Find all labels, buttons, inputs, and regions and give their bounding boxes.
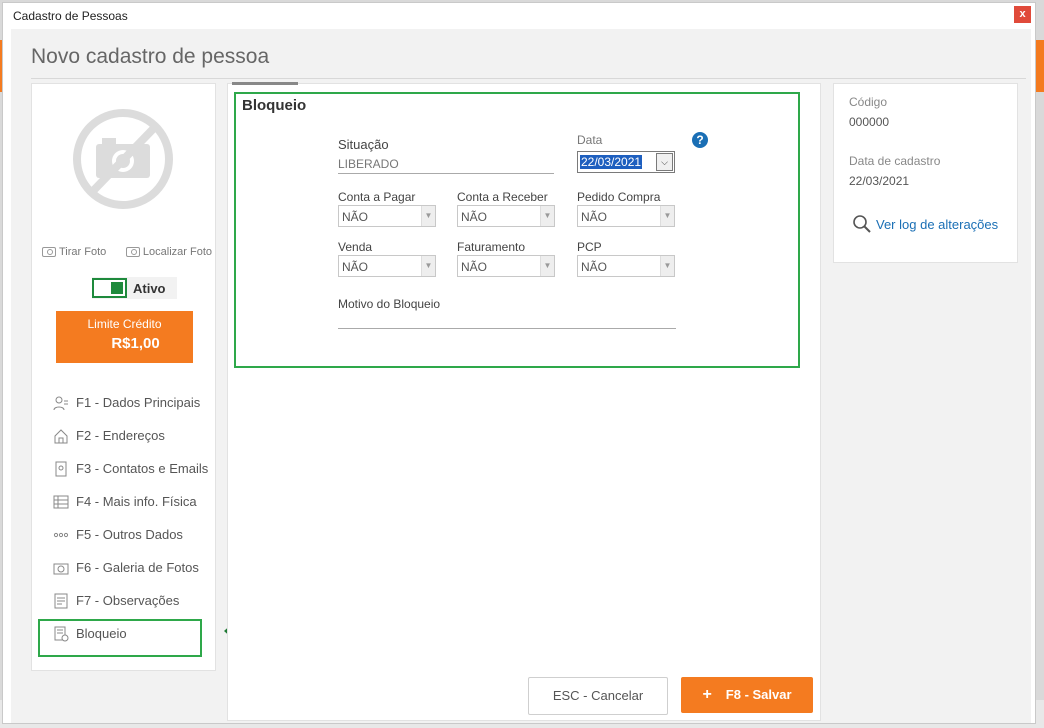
dots-icon	[52, 527, 70, 543]
notes-icon	[52, 593, 70, 609]
title-divider	[31, 78, 1026, 79]
plus-icon: +	[702, 686, 712, 703]
data-value: 22/03/2021	[580, 155, 643, 169]
section-title: Bloqueio	[242, 97, 307, 114]
search-icon	[853, 215, 871, 233]
bloqueio-highlight-frame	[38, 619, 202, 657]
grid-icon	[52, 494, 70, 510]
left-panel: Tirar Foto Localizar Foto Ativo Limite C…	[31, 83, 216, 671]
chevron-down-icon: ▼	[660, 256, 674, 276]
take-photo-button[interactable]: Tirar Foto	[42, 246, 106, 258]
chevron-down-icon[interactable]: ⌵	[656, 153, 673, 171]
no-photo-icon[interactable]	[72, 108, 174, 210]
status-toggle-row: Ativo	[92, 277, 177, 299]
credit-limit-label: Limite Crédito	[87, 317, 162, 331]
codigo-value: 000000	[849, 115, 890, 129]
data-cadastro-value: 22/03/2021	[849, 174, 910, 188]
situacao-label: Situação	[338, 137, 389, 152]
cancel-button[interactable]: ESC - Cancelar	[528, 677, 668, 715]
window-title: Cadastro de Pessoas	[13, 9, 128, 23]
nav-item-enderecos[interactable]: F2 - Endereços	[32, 419, 217, 452]
pedido-compra-select[interactable]: NÃO ▼	[577, 205, 675, 227]
bloqueio-section: Bloqueio Situação LIBERADO Data 22/03/20…	[234, 92, 800, 368]
faturamento-select[interactable]: NÃO ▼	[457, 255, 555, 277]
photo-actions: Tirar Foto Localizar Foto	[42, 246, 212, 258]
contact-icon	[52, 461, 70, 477]
motivo-input[interactable]	[338, 328, 676, 329]
pedido-compra-label: Pedido Compra	[577, 190, 661, 204]
person-icon	[52, 395, 70, 411]
help-icon[interactable]: ?	[692, 132, 708, 148]
view-log-link[interactable]: Ver log de alterações	[852, 214, 998, 234]
image-icon	[125, 247, 140, 257]
pcp-label: PCP	[577, 240, 602, 254]
find-photo-button[interactable]: Localizar Foto	[125, 246, 212, 258]
credit-limit-value: R$1,00	[111, 335, 160, 352]
pcp-select[interactable]: NÃO ▼	[577, 255, 675, 277]
data-picker[interactable]: 22/03/2021 ⌵	[577, 151, 675, 173]
codigo-label: Código	[849, 95, 888, 109]
venda-select[interactable]: NÃO ▼	[338, 255, 436, 277]
chevron-down-icon: ▼	[540, 206, 554, 226]
data-label: Data	[577, 133, 603, 147]
nav-item-observacoes[interactable]: F7 - Observações	[32, 584, 217, 617]
title-bar: Cadastro de Pessoas x	[3, 3, 1035, 29]
conta-receber-label: Conta a Receber	[457, 190, 548, 204]
chevron-down-icon: ▼	[421, 256, 435, 276]
situacao-value: LIBERADO	[338, 157, 554, 174]
dialog-content: Novo cadastro de pessoa Tirar Foto Local…	[11, 29, 1031, 723]
nav-item-outros-dados[interactable]: F5 - Outros Dados	[32, 518, 217, 551]
venda-label: Venda	[338, 240, 373, 254]
dialog-window: Cadastro de Pessoas x Novo cadastro de p…	[2, 2, 1036, 724]
save-button[interactable]: + F8 - Salvar	[681, 677, 813, 713]
faturamento-label: Faturamento	[457, 240, 526, 254]
conta-receber-select[interactable]: NÃO ▼	[457, 205, 555, 227]
active-toggle[interactable]	[92, 278, 127, 298]
nav-item-contatos[interactable]: F3 - Contatos e Emails	[32, 452, 217, 485]
motivo-label: Motivo do Bloqueio	[338, 297, 441, 311]
page-title: Novo cadastro de pessoa	[31, 45, 270, 68]
chevron-down-icon: ▼	[540, 256, 554, 276]
nav-item-mais-info[interactable]: F4 - Mais info. Física	[32, 485, 217, 518]
tab-indicator	[232, 82, 298, 85]
camera-icon	[42, 247, 56, 257]
camera-icon	[52, 560, 70, 576]
data-cadastro-label: Data de cadastro	[849, 154, 941, 168]
nav-item-dados-principais[interactable]: F1 - Dados Principais	[32, 386, 217, 419]
nav-item-galeria[interactable]: F6 - Galeria de Fotos	[32, 551, 217, 584]
conta-pagar-label: Conta a Pagar	[338, 190, 416, 204]
chevron-down-icon: ▼	[660, 206, 674, 226]
active-label: Ativo	[133, 280, 166, 296]
center-panel: Bloqueio Situação LIBERADO Data 22/03/20…	[227, 82, 821, 721]
credit-limit-button[interactable]: Limite Crédito R$1,00	[56, 311, 193, 363]
right-panel: Código 000000 Data de cadastro 22/03/202…	[833, 83, 1018, 263]
close-button[interactable]: x	[1014, 6, 1031, 23]
house-icon	[52, 428, 70, 444]
side-nav: F1 - Dados Principais F2 - Endereços F3 …	[32, 386, 217, 650]
chevron-down-icon: ▼	[421, 206, 435, 226]
conta-pagar-select[interactable]: NÃO ▼	[338, 205, 436, 227]
